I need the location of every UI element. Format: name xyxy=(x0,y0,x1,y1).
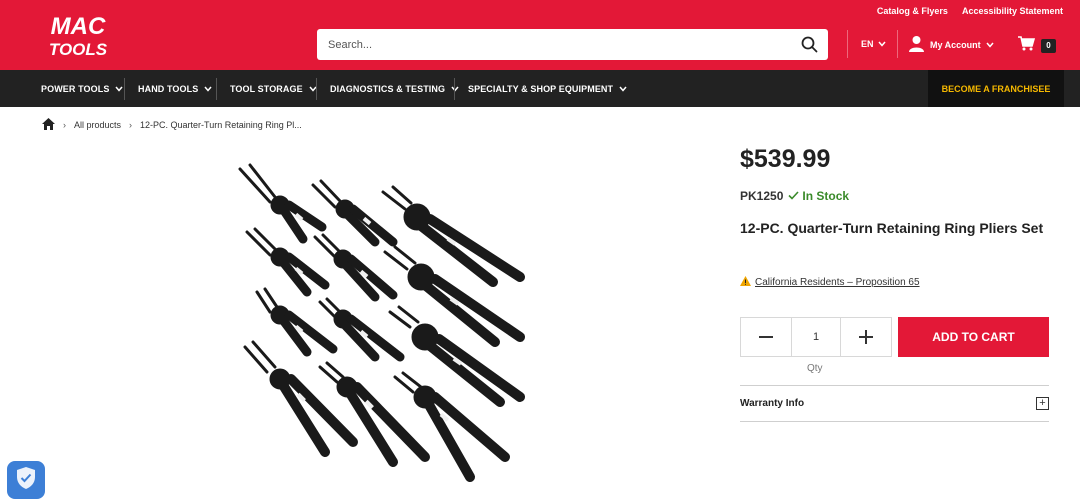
product-image[interactable] xyxy=(225,157,545,492)
header-divider xyxy=(847,30,848,58)
logo-graphic: MAC TOOLS xyxy=(49,13,108,59)
cart-icon xyxy=(1018,36,1036,56)
accessibility-widget-button[interactable] xyxy=(7,461,45,499)
utility-links: Catalog & Flyers Accessibility Statement xyxy=(877,6,1063,16)
nav-label: TOOL STORAGE xyxy=(230,83,303,94)
my-account-label: My Account xyxy=(930,39,981,50)
shield-icon xyxy=(15,466,37,495)
chevron-down-icon xyxy=(619,84,627,94)
svg-text:MAC: MAC xyxy=(51,13,106,40)
search-bar[interactable] xyxy=(317,29,828,60)
my-account-menu[interactable]: My Account xyxy=(908,35,994,54)
plier-graphic xyxy=(255,287,338,357)
quantity-value[interactable]: 1 xyxy=(791,318,841,356)
chevron-down-icon xyxy=(986,40,994,50)
chevron-down-icon xyxy=(204,84,212,94)
cart-button[interactable]: 0 xyxy=(1018,36,1056,56)
pliers-set-graphic xyxy=(238,163,525,482)
breadcrumb: › All products › 12-PC. Quarter-Turn Ret… xyxy=(42,118,302,132)
nav-specialty-shop-equipment[interactable]: SPECIALTY & SHOP EQUIPMENT xyxy=(468,70,627,107)
nav-divider xyxy=(124,78,125,100)
catalog-flyers-link[interactable]: Catalog & Flyers xyxy=(877,6,948,16)
add-to-cart-button[interactable]: ADD TO CART xyxy=(898,317,1049,357)
breadcrumb-all-products[interactable]: All products xyxy=(74,120,121,130)
home-icon[interactable] xyxy=(42,118,55,132)
become-franchisee-button[interactable]: BECOME A FRANCHISEE xyxy=(928,70,1064,107)
chevron-down-icon xyxy=(877,39,886,49)
accessibility-statement-link[interactable]: Accessibility Statement xyxy=(962,6,1063,16)
language-selector[interactable]: EN xyxy=(861,39,886,49)
prop65-notice: California Residents – Proposition 65 xyxy=(740,276,920,289)
warranty-info-label: Warranty Info xyxy=(740,398,805,409)
plus-icon xyxy=(859,330,873,344)
product-price: $539.99 xyxy=(740,145,831,173)
expand-icon[interactable]: + xyxy=(1036,397,1049,410)
cart-count-badge: 0 xyxy=(1041,39,1056,53)
nav-label: POWER TOOLS xyxy=(41,83,110,94)
chevron-down-icon xyxy=(115,84,124,94)
mac-tools-logo[interactable]: MAC TOOLS xyxy=(40,10,116,60)
search-icon[interactable] xyxy=(801,36,818,53)
warranty-info-accordion[interactable]: Warranty Info + xyxy=(740,385,1049,422)
sku-stock-row: PK1250 In Stock xyxy=(740,189,849,203)
check-icon xyxy=(788,189,799,203)
nav-divider xyxy=(216,78,217,100)
nav-diagnostics-testing[interactable]: DIAGNOSTICS & TESTING xyxy=(330,70,459,107)
decrease-quantity-button[interactable] xyxy=(741,318,791,356)
nav-label: HAND TOOLS xyxy=(138,83,199,94)
quantity-stepper: 1 xyxy=(740,317,892,357)
product-title: 12-PC. Quarter-Turn Retaining Ring Plier… xyxy=(740,220,1044,236)
nav-label: SPECIALTY & SHOP EQUIPMENT xyxy=(468,83,614,94)
plier-graphic xyxy=(238,163,327,244)
increase-quantity-button[interactable] xyxy=(841,318,891,356)
stock-status: In Stock xyxy=(788,189,849,203)
plier-graphic xyxy=(245,227,330,297)
nav-tool-storage[interactable]: TOOL STORAGE xyxy=(230,70,317,107)
quantity-label: Qty xyxy=(807,363,823,374)
nav-label: DIAGNOSTICS & TESTING xyxy=(330,83,446,94)
main-navigation: POWER TOOLS HAND TOOLS TOOL STORAGE DIAG… xyxy=(0,70,1080,107)
svg-text:TOOLS: TOOLS xyxy=(49,40,108,59)
site-header: MAC TOOLS Catalog & Flyers Accessibility… xyxy=(0,0,1080,70)
prop65-link[interactable]: California Residents – Proposition 65 xyxy=(755,277,920,288)
nav-hand-tools[interactable]: HAND TOOLS xyxy=(138,70,212,107)
header-divider xyxy=(897,30,898,58)
nav-power-tools[interactable]: POWER TOOLS xyxy=(41,70,124,107)
product-sku: PK1250 xyxy=(740,189,784,203)
chevron-right-icon: › xyxy=(63,120,66,130)
breadcrumb-current: 12-PC. Quarter-Turn Retaining Ring Pl... xyxy=(140,120,302,130)
user-icon xyxy=(908,35,925,54)
chevron-down-icon xyxy=(451,84,459,94)
minus-icon xyxy=(759,336,773,338)
chevron-right-icon: › xyxy=(129,120,133,130)
nav-divider xyxy=(454,78,455,100)
plier-graphic xyxy=(311,179,398,247)
language-label: EN xyxy=(861,39,874,49)
warning-icon xyxy=(740,276,751,289)
search-input[interactable] xyxy=(317,29,787,60)
stock-label: In Stock xyxy=(802,189,850,203)
nav-divider xyxy=(316,78,317,100)
